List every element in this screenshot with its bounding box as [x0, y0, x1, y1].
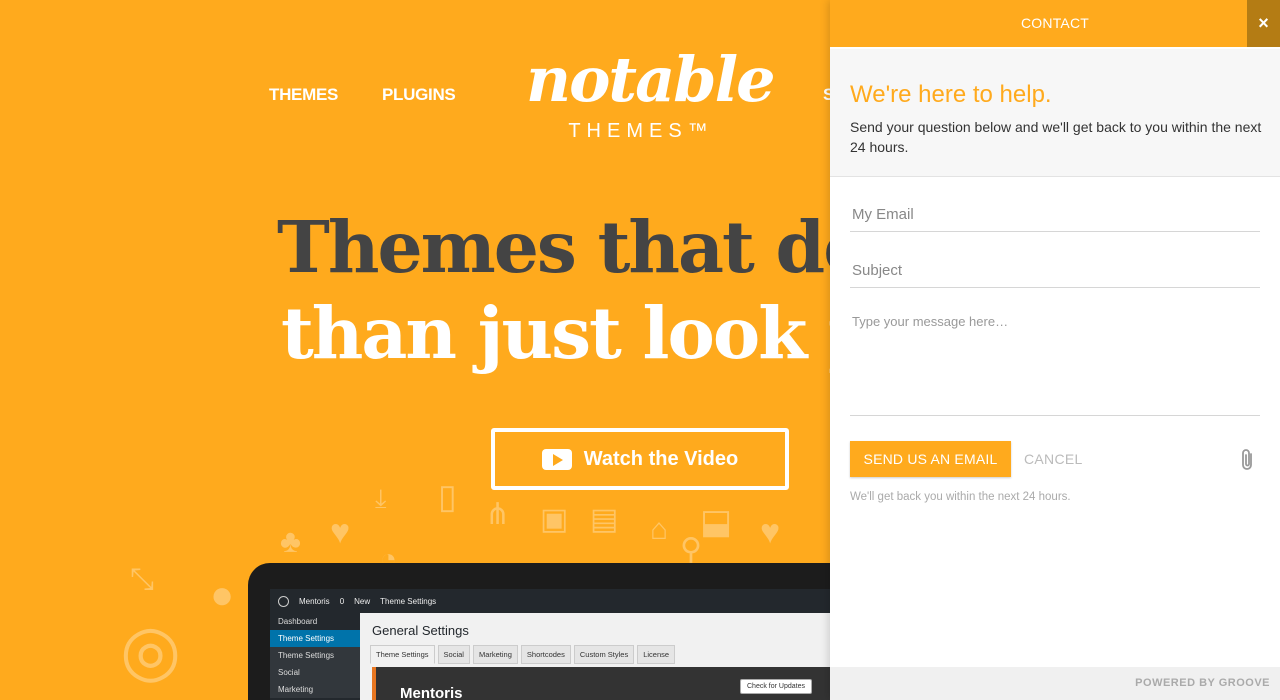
film-icon: ▤ — [590, 503, 619, 536]
admin-submenu-item: Theme Settings — [270, 647, 360, 664]
check-updates-button: Check for Updates — [740, 679, 812, 694]
wp-admin-sidebar: Dashboard Theme Settings Theme Settings … — [270, 613, 360, 700]
admin-site-name: Mentoris — [299, 596, 330, 606]
cancel-button[interactable]: CANCEL — [1024, 451, 1083, 467]
admin-new: New — [354, 596, 371, 606]
youtube-play-icon — [541, 448, 572, 470]
admin-tab: Theme Settings — [370, 645, 435, 664]
admin-menu-item-active: Theme Settings — [270, 630, 360, 647]
send-email-button[interactable]: SEND US AN EMAIL — [850, 441, 1011, 477]
close-icon[interactable]: × — [1247, 0, 1280, 47]
widget-description: Send your question below and we'll get b… — [850, 119, 1262, 155]
tablet-icon: ▯ — [438, 478, 457, 516]
inbox-icon: ⬓ — [700, 503, 733, 541]
response-note: We'll get back you within the next 24 ho… — [850, 491, 1071, 503]
admin-tabs: Theme Settings Social Marketing Shortcod… — [370, 645, 676, 664]
admin-menu-item: Dashboard — [278, 617, 318, 626]
admin-tab: Custom Styles — [573, 645, 635, 664]
laptop-mockup: Mentoris 0 New Theme Settings Dashboard … — [248, 563, 870, 700]
subject-field[interactable] — [850, 254, 1260, 288]
heart-icon: ♥ — [760, 513, 781, 551]
contact-widget: CONTACT × We're here to help. Send your … — [830, 0, 1280, 700]
logo-subtitle: THEMES™ — [568, 120, 714, 142]
watch-video-label: Watch the Video — [583, 447, 739, 470]
cart-icon: ⌂ — [650, 513, 669, 546]
paperclip-icon[interactable] — [1238, 448, 1258, 472]
wp-admin-bar: Mentoris 0 New Theme Settings — [270, 589, 870, 613]
wp-admin-main: General Settings Theme Settings Social M… — [360, 613, 870, 700]
download-icon: ⤓ — [375, 483, 387, 513]
admin-tab: Marketing — [472, 645, 518, 664]
search-icon: ⚲ — [680, 533, 702, 566]
admin-current-page: Theme Settings — [380, 596, 437, 606]
laptop-screen: Mentoris 0 New Theme Settings Dashboard … — [270, 589, 870, 700]
admin-panel: Mentoris Check for Updates — [372, 667, 870, 700]
camera-icon: ▣ — [540, 503, 569, 536]
admin-comments-count: 0 — [339, 596, 345, 606]
admin-tab: Social — [437, 645, 470, 664]
share-icon: ⋔ — [485, 498, 511, 531]
admin-page-title: General Settings — [372, 623, 469, 638]
admin-tab: License — [637, 645, 676, 664]
hero-headline-line2: than just look pr — [281, 291, 913, 375]
message-field[interactable] — [850, 312, 1260, 416]
share-icon: ⤡ — [130, 563, 154, 596]
globe-icon: ◎ — [120, 611, 182, 689]
widget-intro: We're here to help. Send your question b… — [830, 49, 1280, 177]
admin-tab: Shortcodes — [520, 645, 571, 664]
admin-panel-title: Mentoris — [400, 685, 463, 700]
admin-submenu-item: Social — [270, 664, 360, 681]
email-field[interactable] — [850, 198, 1260, 232]
group-icon: ♣ — [280, 523, 301, 559]
nav-themes[interactable]: THEMES — [269, 85, 338, 105]
user-icon: ● — [210, 573, 235, 617]
heart-icon: ♥ — [330, 513, 351, 551]
site-logo[interactable]: notable THEMES™ — [526, 40, 776, 150]
logo-script: notable — [526, 43, 776, 116]
powered-by-footer[interactable]: POWERED BY GROOVE — [830, 667, 1280, 700]
admin-submenu-item: Marketing — [270, 681, 360, 698]
wordpress-icon — [278, 595, 289, 607]
widget-heading: We're here to help. — [850, 81, 1052, 108]
widget-header: CONTACT — [830, 0, 1280, 47]
nav-plugins[interactable]: PLUGINS — [382, 85, 456, 105]
